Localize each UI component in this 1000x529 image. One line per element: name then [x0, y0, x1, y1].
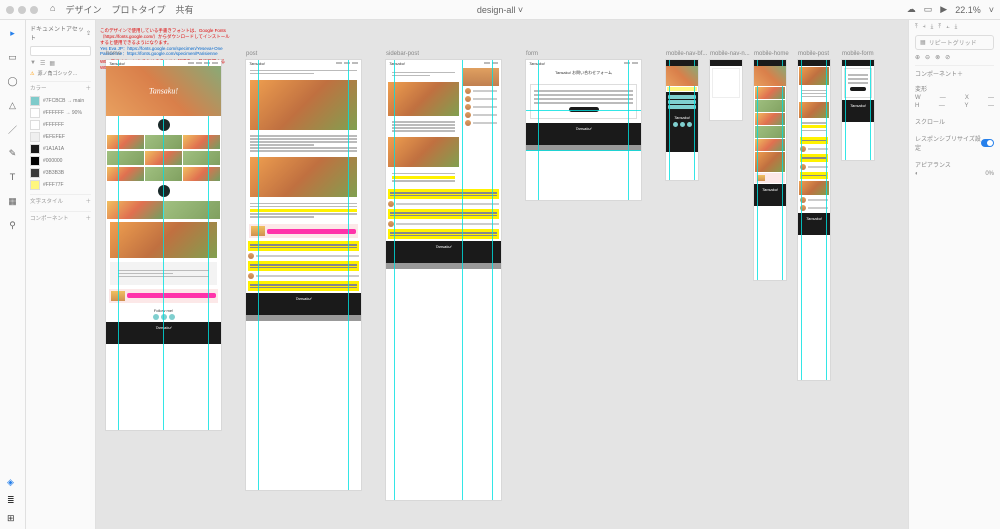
section-colors[interactable]: カラー — [30, 84, 47, 92]
artboard-label[interactable]: post — [246, 51, 257, 57]
color-swatch[interactable]: #000000 — [30, 156, 91, 166]
scroll-section: スクロール — [915, 120, 945, 126]
left-toolbar: ▸ ▭ ◯ △ ／ ✎ T ▦ ⚲ — [0, 20, 26, 529]
zoom-level[interactable]: 22.1% — [955, 5, 981, 15]
artboard-label[interactable]: form — [526, 51, 538, 57]
section-component: コンポーネント — [915, 72, 957, 78]
menu-prototype[interactable]: プロトタイプ — [111, 3, 165, 16]
artboard-home[interactable]: Tansaku! Tansaku! Follow me! Tansaku! — [106, 60, 221, 430]
artboard-mobile-form[interactable]: Tansaku! — [842, 60, 874, 160]
artboard-post[interactable]: Tansaku! Tansaku! — [246, 60, 361, 490]
rectangle-tool-icon[interactable]: ▭ — [6, 50, 20, 64]
artboard-form[interactable]: Tansaku! Tansaku! お問い合わせフォーム Tansaku! — [526, 60, 641, 200]
contact-form — [530, 84, 637, 119]
document-title[interactable]: design-all — [477, 5, 516, 15]
artboard-label[interactable]: mobile-post — [798, 51, 829, 57]
add-icon[interactable]: ＋ — [957, 72, 963, 78]
align-middle-icon[interactable]: ⫠ — [946, 24, 950, 31]
subtract-bool-icon[interactable]: ⊖ — [925, 54, 930, 61]
x-input[interactable]: — — [988, 95, 994, 101]
section-charstyles[interactable]: 文字スタイル — [30, 197, 63, 205]
color-swatch[interactable]: #3B3B3B — [30, 168, 91, 178]
color-swatch[interactable]: #FFFFFF → 90% — [30, 108, 91, 118]
add-bool-icon[interactable]: ⊕ — [915, 54, 920, 61]
zoom-tool-icon[interactable]: ⚲ — [6, 218, 20, 232]
color-swatch[interactable]: #7FCBCB → main — [30, 96, 91, 106]
artboard-mobile-nav-n[interactable] — [710, 60, 742, 120]
section-transform: 変形 — [915, 87, 927, 93]
assets-panel-icon[interactable]: ◈ — [7, 477, 19, 489]
color-swatch[interactable]: #FFF77F — [30, 180, 91, 190]
align-right-icon[interactable]: ⤓ — [931, 24, 934, 31]
cloud-sync-icon[interactable]: ☁ — [907, 4, 916, 15]
section-responsive: レスポンシブリサイズ設定 — [915, 134, 981, 152]
artboard-mobile-nav-bf[interactable]: Tansaku! — [666, 60, 698, 180]
section-appearance: アピアランス — [915, 163, 951, 169]
select-tool-icon[interactable]: ▸ — [6, 26, 20, 40]
responsive-toggle[interactable] — [981, 139, 994, 147]
polygon-tool-icon[interactable]: △ — [6, 98, 20, 112]
inspector-panel: ⤒ ⫞ ⤓ ⤒ ⫠ ⤓ ▦リピートグリッド ⊕ ⊖ ⊗ ⊘ コンポーネント＋ 変… — [908, 20, 1000, 529]
add-icon[interactable]: ＋ — [85, 197, 91, 205]
grid-icon: ▦ — [920, 39, 926, 46]
artboard-label[interactable]: mobile-form — [842, 51, 874, 57]
artboard-label[interactable]: mobile-nav-bf... — [666, 51, 707, 57]
opacity-value[interactable]: 0% — [985, 171, 994, 177]
align-center-h-icon[interactable]: ⫞ — [923, 24, 926, 31]
repeat-grid-button[interactable]: ▦リピートグリッド — [915, 35, 994, 50]
exclude-bool-icon[interactable]: ⊘ — [945, 54, 950, 61]
pen-tool-icon[interactable]: ✎ — [6, 146, 20, 160]
plugins-panel-icon[interactable]: ⊞ — [7, 513, 19, 525]
app-menubar: ⌂ デザイン プロトタイプ 共有 design-all ˅ ☁ ▭ ▶ 22.1… — [0, 0, 1000, 20]
section-components[interactable]: コンポーネント — [30, 214, 69, 222]
align-top-icon[interactable]: ⤒ — [938, 24, 941, 31]
add-color-icon[interactable]: ＋ — [85, 84, 91, 92]
align-bottom-icon[interactable]: ⤓ — [955, 24, 958, 31]
line-tool-icon[interactable]: ／ — [6, 122, 20, 136]
opacity-icon: ◐ — [915, 171, 919, 177]
home-icon[interactable]: ⌂ — [50, 3, 55, 16]
height-input[interactable]: — — [939, 103, 945, 109]
text-tool-icon[interactable]: T — [6, 170, 20, 184]
menu-design[interactable]: デザイン — [65, 3, 101, 16]
play-icon[interactable]: ▶ — [940, 4, 947, 15]
form-title: Tansaku! お問い合わせフォーム — [526, 66, 641, 80]
add-icon[interactable]: ＋ — [85, 214, 91, 222]
color-swatch[interactable]: #1A1A1A — [30, 144, 91, 154]
assets-panel: ドキュメントアセット ⇪ ▼ ☰ ▦ ⚠ 源ノ角ゴシック… カラー ＋ #7FCB… — [26, 20, 96, 529]
align-left-icon[interactable]: ⤒ — [915, 24, 918, 31]
artboard-label[interactable]: sidebar-post — [386, 51, 419, 57]
artboard-label[interactable]: mobile-home — [754, 51, 789, 57]
ellipse-tool-icon[interactable]: ◯ — [6, 74, 20, 88]
filter-icon[interactable]: ▼ — [30, 60, 36, 67]
y-input[interactable]: — — [988, 103, 994, 109]
artboard-mobile-home[interactable]: Tansaku! — [754, 60, 786, 280]
mobile-preview-icon[interactable]: ▭ — [924, 4, 933, 15]
assets-title: ドキュメントアセット — [30, 24, 86, 42]
artboard-label[interactable]: home — [106, 51, 121, 57]
artboard-label[interactable]: mobile-nav-n... — [710, 51, 750, 57]
layers-panel-icon[interactable]: ≣ — [7, 495, 19, 507]
menu-share[interactable]: 共有 — [175, 3, 193, 16]
color-swatch[interactable]: #FFFFFF — [30, 120, 91, 130]
artboard-sidebar-post[interactable]: Tansaku! Tansaku! — [386, 60, 501, 500]
list-view-icon[interactable]: ☰ — [40, 60, 45, 67]
width-input[interactable]: — — [940, 95, 946, 101]
assets-search-input[interactable] — [30, 46, 91, 56]
dropdown-caret-icon[interactable]: ˅ — [518, 5, 523, 15]
font-asset[interactable]: ⚠ 源ノ角ゴシック… — [30, 70, 91, 77]
share-icon[interactable]: ⇪ — [86, 30, 91, 37]
hero-logo: Tansaku! — [149, 87, 178, 96]
window-traffic-lights — [6, 6, 38, 14]
intersect-bool-icon[interactable]: ⊗ — [935, 54, 940, 61]
color-swatch[interactable]: #EFEFEF — [30, 132, 91, 142]
artboard-mobile-post[interactable]: Tansaku! — [798, 60, 830, 380]
design-canvas[interactable]: このデザインで使用している手書きフォントは、Google Fonts（https… — [96, 20, 908, 529]
artboard-tool-icon[interactable]: ▦ — [6, 194, 20, 208]
chevron-down-icon[interactable]: ˅ — [989, 5, 994, 15]
grid-view-icon[interactable]: ▦ — [49, 60, 55, 67]
